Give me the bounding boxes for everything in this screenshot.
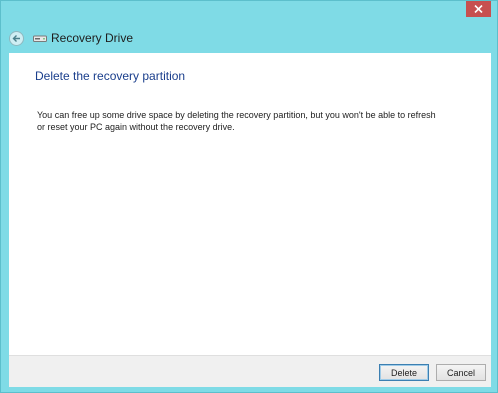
page-heading: Delete the recovery partition: [35, 69, 186, 83]
window-title: Recovery Drive: [51, 31, 134, 45]
cancel-button[interactable]: Cancel: [436, 364, 486, 381]
close-button[interactable]: [466, 1, 491, 17]
title-bar: Recovery Drive: [9, 29, 309, 47]
main-content: Delete the recovery partition You can fr…: [9, 53, 491, 355]
delete-button[interactable]: Delete: [379, 364, 429, 381]
drive-icon: [33, 35, 47, 42]
back-button[interactable]: [9, 30, 24, 46]
recovery-drive-window: Recovery Drive Delete the recovery parti…: [0, 0, 498, 393]
button-bar: Delete Cancel: [9, 355, 491, 387]
close-icon: [474, 5, 483, 13]
back-arrow-icon: [12, 34, 20, 42]
description-text: You can free up some drive space by dele…: [37, 110, 436, 132]
